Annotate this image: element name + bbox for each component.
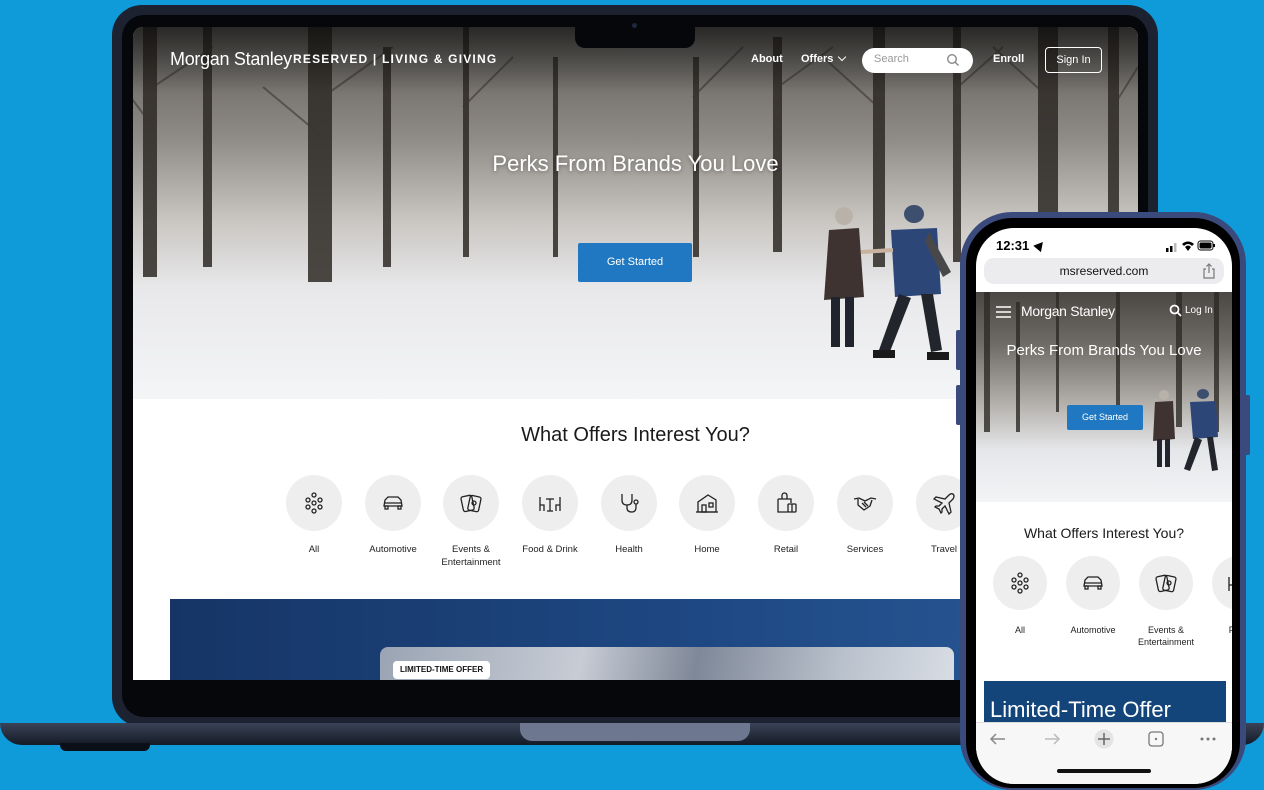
- category-label: Home: [694, 544, 720, 555]
- more-options-icon[interactable]: [1198, 729, 1218, 749]
- category-label: Food: [1228, 625, 1232, 635]
- category-icon-circle: [443, 475, 499, 531]
- category-icon-circle: [1066, 556, 1120, 610]
- limited-offer-badge: LIMITED-TIME OFFER: [393, 661, 491, 679]
- category-services[interactable]: Services: [825, 475, 905, 556]
- battery-icon: [1197, 240, 1215, 251]
- hero-title: Perks From Brands You Love: [492, 151, 779, 176]
- category-all[interactable]: All: [274, 475, 354, 556]
- category-automotive[interactable]: Automotive: [353, 475, 433, 556]
- category-icon-circle: [365, 475, 421, 531]
- table-chairs-icon: [1228, 577, 1232, 591]
- promo-card[interactable]: LIMITED-TIME OFFER: [380, 647, 954, 680]
- category-home[interactable]: Home: [667, 475, 747, 556]
- category-label: Health: [615, 544, 643, 555]
- nav-enroll[interactable]: Enroll: [993, 53, 1024, 65]
- laptop-opening-groove: [520, 723, 750, 741]
- hamburger-menu-icon[interactable]: [996, 306, 1011, 318]
- location-arrow-icon: [1033, 238, 1047, 253]
- phone-category-all[interactable]: All: [982, 556, 1058, 636]
- dots-grid-icon: [305, 492, 323, 514]
- phone-screen: 12:31 msreserved.com Morgan Stanley Log …: [976, 228, 1232, 784]
- phone-get-started-button[interactable]: Get Started: [1067, 405, 1143, 430]
- share-icon[interactable]: [1202, 263, 1216, 279]
- signal-icon: [1166, 243, 1177, 252]
- category-label: Events & Entertainment: [1137, 625, 1195, 647]
- category-label: Services: [846, 544, 884, 555]
- get-started-button[interactable]: Get Started: [578, 243, 692, 282]
- chevron-down-icon: [838, 52, 847, 62]
- category-label: All: [1014, 625, 1025, 635]
- category-label: Automotive: [369, 544, 417, 555]
- back-arrow-icon[interactable]: [988, 729, 1008, 749]
- phone-brand-logo[interactable]: Morgan Stanley: [1021, 303, 1115, 319]
- category-icon-circle: [601, 475, 657, 531]
- url-text: msreserved.com: [1059, 264, 1149, 278]
- tabs-icon[interactable]: [1146, 729, 1166, 749]
- wifi-icon: [1182, 241, 1194, 251]
- laptop-foot: [60, 743, 150, 751]
- search-icon[interactable]: [946, 53, 960, 67]
- new-tab-plus-icon[interactable]: [1094, 729, 1114, 749]
- home-indicator[interactable]: [1057, 769, 1151, 773]
- nav-offers-label: Offers: [801, 53, 834, 65]
- status-time: 12:31: [996, 238, 1047, 253]
- category-label: Events & Entertainment: [441, 544, 501, 568]
- category-icon-circle: [1139, 556, 1193, 610]
- search-input[interactable]: [874, 53, 944, 65]
- phone-hero-banner: Morgan Stanley Log In Perks From Brands …: [976, 292, 1232, 502]
- category-events-entertainment[interactable]: Events & Entertainment: [431, 475, 511, 569]
- address-bar[interactable]: msreserved.com: [984, 258, 1224, 284]
- category-retail[interactable]: Retail: [746, 475, 826, 556]
- phone-offers-section-title: What Offers Interest You?: [1023, 525, 1185, 541]
- phone-category-events-entertainment[interactable]: Events & Entertainment: [1128, 556, 1204, 648]
- shopping-bag-icon: [777, 492, 797, 513]
- category-icon-circle: [679, 475, 735, 531]
- nav-about[interactable]: About: [751, 53, 783, 65]
- category-health[interactable]: Health: [589, 475, 669, 556]
- category-icon-circle: [286, 475, 342, 531]
- category-icon-circle: [993, 556, 1047, 610]
- brand-logo[interactable]: Morgan Stanley: [170, 49, 292, 70]
- laptop-notch: [575, 15, 695, 48]
- sign-in-button[interactable]: Sign In: [1045, 47, 1102, 73]
- status-time-text: 12:31: [996, 238, 1030, 253]
- browser-toolbar: [976, 722, 1232, 784]
- category-label: All: [308, 544, 320, 555]
- phone-hero-title: Perks From Brands You Love: [1006, 342, 1202, 359]
- handshake-icon: [853, 497, 877, 511]
- log-in-link[interactable]: Log In: [1185, 305, 1213, 316]
- phone-category-food[interactable]: Food: [1201, 556, 1232, 636]
- category-icon-circle: [1212, 556, 1232, 610]
- category-icon-circle: [522, 475, 578, 531]
- stethoscope-icon: [621, 494, 639, 513]
- skaters-photo: [1153, 389, 1218, 471]
- airplane-icon: [932, 493, 955, 515]
- category-food-drink[interactable]: Food & Drink: [510, 475, 590, 556]
- promo-heading: Limited-Time Offer: [990, 697, 1171, 722]
- category-icon-circle: [758, 475, 814, 531]
- nav-offers[interactable]: Offers: [801, 52, 847, 65]
- search-icon[interactable]: [1169, 304, 1182, 317]
- category-label: Food & Drink: [522, 544, 578, 555]
- car-icon: [1083, 576, 1103, 590]
- house-icon: [696, 494, 718, 513]
- tickets-icon: [460, 494, 482, 513]
- dots-grid-icon: [1011, 572, 1029, 594]
- car-icon: [383, 496, 403, 510]
- table-chairs-icon: [539, 497, 561, 512]
- phone-category-automotive[interactable]: Automotive: [1055, 556, 1131, 636]
- program-name: RESERVED | LIVING & GIVING: [293, 52, 498, 66]
- search-box[interactable]: [862, 48, 973, 73]
- category-label: Retail: [773, 544, 799, 555]
- skaters-photo: [824, 205, 951, 360]
- forward-arrow-icon[interactable]: [1042, 729, 1062, 749]
- camera-icon: [632, 23, 637, 28]
- category-icon-circle: [837, 475, 893, 531]
- tickets-icon: [1155, 574, 1177, 593]
- phone-promo-banner[interactable]: Limited-Time Offer: [984, 681, 1226, 726]
- category-label: Automotive: [1070, 625, 1116, 635]
- status-icons: [1166, 240, 1215, 252]
